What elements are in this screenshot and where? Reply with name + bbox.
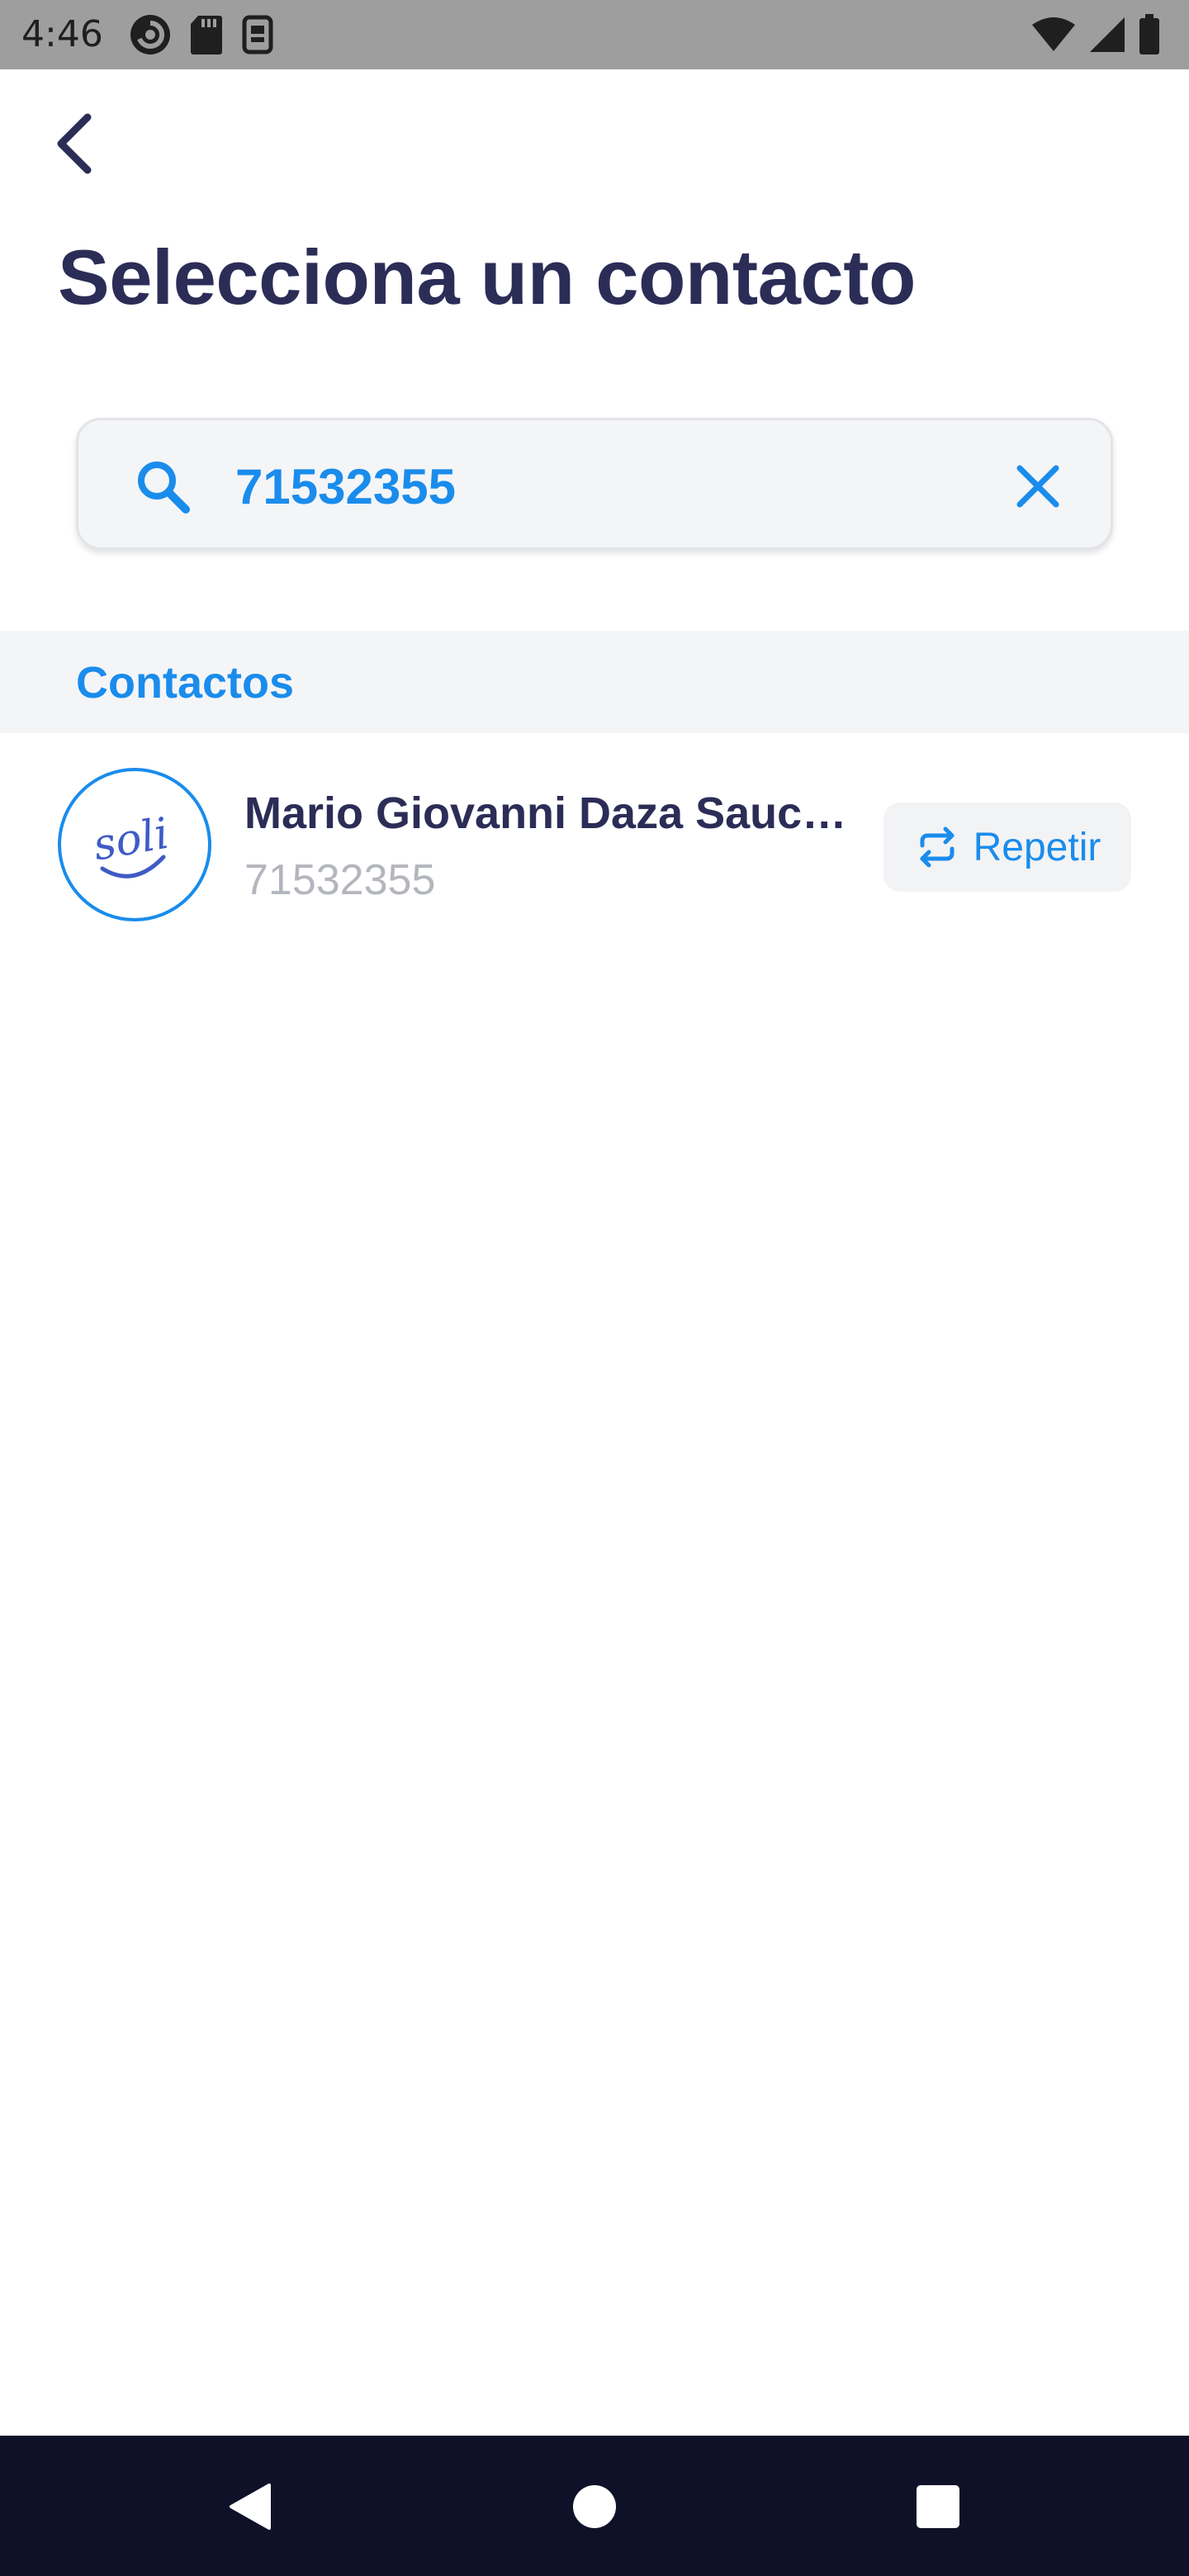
status-icons-right	[1030, 12, 1161, 58]
wifi-icon	[1032, 17, 1075, 51]
contact-phone: 71532355	[244, 856, 436, 904]
home-circle-icon	[573, 2485, 616, 2528]
battery-icon	[1139, 14, 1159, 54]
repeat-button[interactable]: Repetir	[883, 803, 1131, 892]
search-input[interactable]	[235, 445, 879, 528]
clear-search-button[interactable]	[1011, 460, 1064, 513]
chevron-left-icon	[57, 113, 92, 174]
back-triangle-icon	[230, 2484, 271, 2530]
repeat-label: Repetir	[973, 825, 1101, 869]
system-nav-bar	[0, 2436, 1189, 2576]
signal-icon	[1090, 17, 1125, 52]
nav-home-button[interactable]	[561, 2474, 628, 2540]
page-title: Selecciona un contacto	[58, 234, 916, 320]
status-time: 4:46	[21, 13, 103, 55]
soli-logo: soli	[90, 809, 173, 878]
nav-back-button[interactable]	[216, 2474, 282, 2540]
screenshot-icon	[242, 15, 273, 54]
close-icon	[1016, 465, 1059, 508]
section-title: Contactos	[76, 658, 295, 708]
contact-list-item[interactable]: soli Mario Giovanni Daza Sauce... 715323…	[0, 733, 1189, 964]
search-box[interactable]	[76, 418, 1113, 550]
contact-name: Mario Giovanni Daza Sauce...	[244, 788, 855, 838]
back-button[interactable]	[51, 106, 111, 182]
contacts-section-header: Contactos	[0, 631, 1189, 733]
recents-square-icon	[917, 2485, 959, 2528]
status-bar: 4:46	[0, 0, 1189, 69]
search-icon	[138, 462, 190, 514]
status-icons-left	[129, 12, 274, 58]
data-saver-icon	[130, 15, 170, 54]
avatar: soli	[58, 768, 211, 921]
sd-card-icon	[191, 16, 222, 54]
nav-recents-button[interactable]	[905, 2474, 971, 2540]
repeat-icon	[920, 826, 955, 868]
